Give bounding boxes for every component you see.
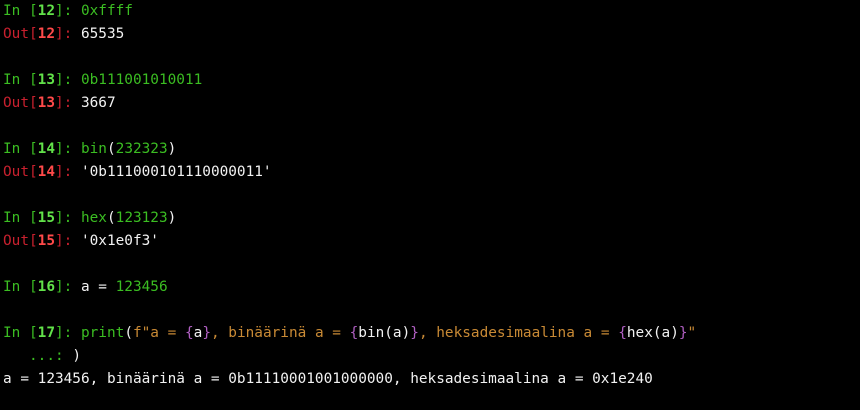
in-prompt-close: ]: <box>54 210 81 226</box>
output-line: Out[15]: '0x1e0f3' <box>3 230 858 253</box>
in-prompt-close: ]: <box>54 141 81 157</box>
input-line: In [16]: a = 123456 <box>3 276 858 299</box>
number-arg: 232323 <box>115 141 168 157</box>
output-value: '0b111000101110000011' <box>80 164 272 180</box>
print-call: print <box>80 325 125 341</box>
out-prompt-number: 14 <box>37 164 55 180</box>
in-prompt-number: 16 <box>37 279 55 295</box>
fstring-end: " <box>687 325 697 341</box>
in-prompt-close: ]: <box>54 325 81 341</box>
output-value: 65535 <box>80 26 125 42</box>
continuation-prompt: ...: <box>3 348 73 364</box>
in-prompt: In [ <box>3 279 38 295</box>
in-prompt-number: 12 <box>37 3 55 19</box>
out-prompt-number: 15 <box>37 233 55 249</box>
fstring-brace-close: } <box>678 325 688 341</box>
out-prompt-close: ]: <box>54 164 81 180</box>
in-prompt-number: 13 <box>37 72 55 88</box>
input-code: 0xffff <box>80 3 133 19</box>
stdout-text: a = 123456, binäärinä a = 0b111100010010… <box>3 371 653 387</box>
in-prompt-close: ]: <box>54 72 81 88</box>
in-prompt-number: 17 <box>37 325 55 341</box>
input-line: In [12]: 0xffff <box>3 0 858 23</box>
fstring-start: f"a = <box>132 325 185 341</box>
close-paren: ) <box>72 348 81 364</box>
output-line: Out[14]: '0b111000101110000011' <box>3 161 858 184</box>
out-prompt-close: ]: <box>54 26 81 42</box>
out-prompt: Out[ <box>3 26 38 42</box>
output-value: '0x1e0f3' <box>80 233 159 249</box>
out-prompt: Out[ <box>3 164 38 180</box>
in-prompt-number: 14 <box>37 141 55 157</box>
in-prompt: In [ <box>3 210 38 226</box>
in-prompt: In [ <box>3 3 38 19</box>
stdout-line: a = 123456, binäärinä a = 0b111100010010… <box>3 368 858 391</box>
input-line: In [17]: print(f"a = {a}, binäärinä a = … <box>3 322 858 345</box>
close-paren: ) <box>167 141 177 157</box>
in-prompt-close: ]: <box>54 3 81 19</box>
open-paren: ( <box>106 210 116 226</box>
builtin-call: bin <box>80 141 107 157</box>
input-line: In [14]: bin(232323) <box>3 138 858 161</box>
out-prompt: Out[ <box>3 95 38 111</box>
fstring-expr: bin(a) <box>358 325 411 341</box>
builtin-call: hex <box>80 210 107 226</box>
input-line: In [15]: hex(123123) <box>3 207 858 230</box>
close-paren: ) <box>167 210 177 226</box>
out-prompt-number: 13 <box>37 95 55 111</box>
in-prompt-close: ]: <box>54 279 81 295</box>
open-paren: ( <box>106 141 116 157</box>
in-prompt: In [ <box>3 141 38 157</box>
open-paren: ( <box>124 325 133 341</box>
out-prompt-close: ]: <box>54 233 81 249</box>
output-value: 3667 <box>80 95 116 111</box>
input-code: 0b111001010011 <box>80 72 203 88</box>
fstring-text: , heksadesimaalina a = <box>418 325 619 341</box>
fstring-brace-close: } <box>410 325 419 341</box>
fstring-brace-close: } <box>202 325 211 341</box>
fstring-brace-open: { <box>184 325 194 341</box>
ipython-terminal[interactable]: In [12]: 0xffff Out[12]: 65535 In [13]: … <box>3 0 858 391</box>
out-prompt-number: 12 <box>37 26 55 42</box>
input-line: In [13]: 0b111001010011 <box>3 69 858 92</box>
fstring-text: , binäärinä a = <box>210 325 350 341</box>
in-prompt-number: 15 <box>37 210 55 226</box>
number-arg: 123123 <box>115 210 168 226</box>
output-line: Out[12]: 65535 <box>3 23 858 46</box>
in-prompt: In [ <box>3 72 38 88</box>
fstring-brace-open: { <box>349 325 359 341</box>
in-prompt: In [ <box>3 325 38 341</box>
out-prompt: Out[ <box>3 233 38 249</box>
assignment: a = <box>80 279 116 295</box>
fstring-expr: hex(a) <box>626 325 679 341</box>
fstring-var: a <box>193 325 203 341</box>
out-prompt-close: ]: <box>54 95 81 111</box>
continuation-line: ...: ) <box>3 345 858 368</box>
number-literal: 123456 <box>115 279 168 295</box>
fstring-brace-open: { <box>618 325 627 341</box>
output-line: Out[13]: 3667 <box>3 92 858 115</box>
